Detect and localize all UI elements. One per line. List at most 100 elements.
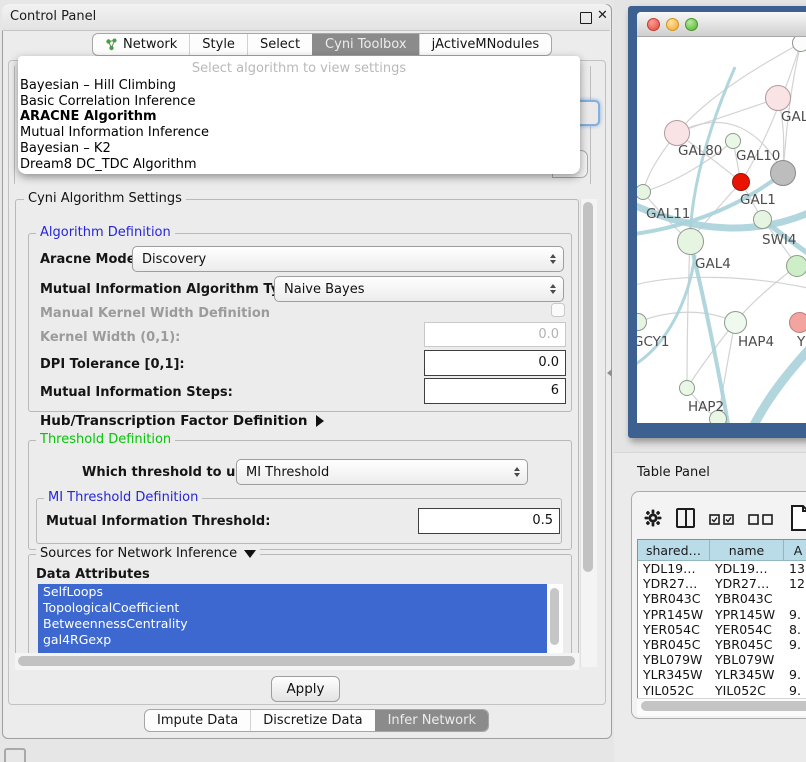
algorithm-option-selected[interactable]: ARACNE Algorithm bbox=[18, 109, 580, 125]
table-row[interactable]: YLR345WYLR345W9. bbox=[638, 667, 806, 682]
attribute-item-selected[interactable]: SelfLoops bbox=[38, 584, 563, 600]
gear-icon[interactable] bbox=[644, 509, 662, 531]
cyni-mode-tabbar: Impute Data Discretize Data Infer Networ… bbox=[144, 709, 489, 732]
mi-steps-field[interactable]: 6 bbox=[424, 378, 566, 404]
tab-style[interactable]: Style bbox=[189, 34, 247, 55]
data-attributes-label: Data Attributes bbox=[36, 567, 150, 582]
column-header[interactable]: name bbox=[710, 540, 784, 561]
settings-vscrollbar-thumb[interactable] bbox=[583, 202, 593, 572]
network-node[interactable] bbox=[786, 255, 806, 277]
tab-discretize-data[interactable]: Discretize Data bbox=[250, 710, 374, 731]
node-label: GCY1 bbox=[637, 334, 670, 350]
tab-network[interactable]: Network bbox=[93, 34, 189, 55]
tab-select[interactable]: Select bbox=[247, 34, 312, 55]
network-node-hap4[interactable] bbox=[724, 311, 747, 334]
tab-impute-data[interactable]: Impute Data bbox=[145, 710, 250, 731]
algorithm-definition-title: Algorithm Definition bbox=[36, 226, 175, 240]
network-tab-icon bbox=[105, 38, 118, 51]
data-attributes-list[interactable]: SelfLoops TopologicalCoefficient Between… bbox=[38, 584, 563, 654]
tab-jactivemnodules[interactable]: jActiveMNodules bbox=[419, 34, 552, 55]
which-threshold-label: Which threshold to use: bbox=[82, 465, 257, 480]
table-header-row: shared… name A bbox=[638, 540, 806, 561]
table-row[interactable]: YBL079WYBL079W bbox=[638, 652, 806, 667]
table-row[interactable]: YDL19…YDL19…13 bbox=[638, 561, 806, 576]
which-threshold-combo[interactable]: MI Threshold bbox=[236, 459, 528, 485]
node-label: GAL10 bbox=[736, 148, 780, 164]
column-header[interactable]: A bbox=[784, 540, 806, 561]
table-row[interactable]: YDR27…YDR27…12 bbox=[638, 576, 806, 591]
aracne-mode-value: Discovery bbox=[142, 252, 206, 267]
manual-kernel-label: Manual Kernel Width Definition bbox=[40, 306, 270, 321]
node-label: GAL bbox=[781, 109, 806, 125]
manual-kernel-checkbox[interactable] bbox=[551, 303, 565, 317]
network-canvas[interactable]: GAL GAL80 GAL10 GAL1 GAL11 SWI4 GAL4 GCY… bbox=[637, 37, 806, 423]
settings-hscrollbar-thumb[interactable] bbox=[18, 656, 575, 666]
table-row[interactable]: YBR043CYBR043C bbox=[638, 591, 806, 606]
kernel-width-field[interactable]: 0.0 bbox=[424, 322, 566, 347]
column-header[interactable]: shared… bbox=[638, 540, 710, 561]
apply-button[interactable]: Apply bbox=[271, 676, 340, 702]
algorithm-option[interactable]: Dream8 DC_TDC Algorithm bbox=[18, 157, 580, 173]
mi-threshold-definition-title: MI Threshold Definition bbox=[44, 491, 202, 505]
attribute-item-selected[interactable]: gal4RGexp bbox=[38, 632, 563, 648]
network-node[interactable] bbox=[765, 85, 791, 111]
stepper-arrows-icon bbox=[550, 254, 556, 265]
hub-definition-toggle[interactable]: Hub/Transcription Factor Definition bbox=[40, 413, 324, 429]
algorithm-option[interactable]: Bayesian – K2 bbox=[18, 141, 580, 157]
algorithm-placeholder: Select algorithm to view settings bbox=[18, 61, 580, 78]
attribute-list-scrollbar-thumb[interactable] bbox=[550, 588, 559, 645]
network-node-selected-red[interactable] bbox=[732, 173, 750, 191]
mi-type-label: Mutual Information Algorithm Type: bbox=[40, 282, 303, 297]
table-row[interactable]: YBR045CYBR045C9. bbox=[638, 637, 806, 652]
control-panel-tabbar: Network Style Select Cyni Toolbox jActiv… bbox=[92, 33, 552, 56]
aracne-mode-combo[interactable]: Discovery bbox=[132, 246, 564, 272]
network-node-gal4[interactable] bbox=[677, 228, 704, 255]
table-row[interactable]: YER054CYER054C8. bbox=[638, 622, 806, 637]
network-node-gal10[interactable] bbox=[725, 133, 741, 149]
select-all-columns-icon[interactable] bbox=[709, 514, 734, 525]
node-label: HAP4 bbox=[738, 334, 774, 350]
hidden-groupbox-left-border bbox=[14, 66, 15, 184]
algorithm-option[interactable]: Bayesian – Hill Climbing bbox=[18, 78, 580, 94]
restore-panel-button[interactable] bbox=[4, 748, 26, 762]
panel-divider-handle-icon[interactable] bbox=[607, 369, 612, 377]
network-window-titlebar[interactable] bbox=[637, 12, 806, 37]
algorithm-option[interactable]: Basic Correlation Inference bbox=[18, 94, 580, 110]
close-window-icon[interactable]: ✕ bbox=[597, 8, 608, 23]
algorithm-option[interactable]: Mutual Information Inference bbox=[18, 125, 580, 141]
network-node-gal1[interactable] bbox=[753, 210, 772, 229]
mi-type-value: Naive Bayes bbox=[284, 282, 364, 297]
table-row[interactable]: YIL052CYIL052C9. bbox=[638, 683, 806, 698]
tab-network-label: Network bbox=[123, 37, 177, 52]
split-columns-icon[interactable] bbox=[676, 508, 695, 528]
network-node[interactable] bbox=[789, 312, 806, 333]
mi-type-combo[interactable]: Naive Bayes bbox=[274, 276, 564, 302]
network-node-hap2[interactable] bbox=[679, 380, 695, 396]
new-table-icon[interactable] bbox=[790, 504, 806, 536]
which-threshold-value: MI Threshold bbox=[246, 465, 329, 480]
zoom-traffic-light-icon[interactable] bbox=[685, 18, 698, 31]
dpi-tolerance-field[interactable]: 0.0 bbox=[424, 350, 566, 376]
network-node[interactable] bbox=[792, 37, 806, 52]
table-row[interactable]: YPR145WYPR145W9. bbox=[638, 607, 806, 622]
deselect-all-columns-icon[interactable] bbox=[748, 514, 773, 525]
mi-threshold-field[interactable]: 0.5 bbox=[418, 508, 560, 534]
node-label: SWI4 bbox=[762, 232, 797, 248]
node-label: Y bbox=[797, 334, 805, 350]
node-label: GAL11 bbox=[646, 206, 690, 222]
node-label: GAL80 bbox=[678, 143, 722, 159]
hub-definition-label: Hub/Transcription Factor Definition bbox=[40, 413, 307, 429]
minimize-traffic-light-icon[interactable] bbox=[666, 18, 679, 31]
screen: Control Panel ✕ Network Style Select Cyn… bbox=[0, 0, 806, 762]
control-panel-title: Control Panel bbox=[10, 9, 96, 24]
table-hscrollbar-thumb[interactable] bbox=[641, 701, 806, 711]
close-traffic-light-icon[interactable] bbox=[647, 18, 660, 31]
tab-infer-network[interactable]: Infer Network bbox=[375, 710, 488, 731]
attribute-item-selected[interactable]: TopologicalCoefficient bbox=[38, 600, 563, 616]
sources-toggle[interactable]: Sources for Network Inference bbox=[36, 547, 260, 561]
float-window-icon[interactable] bbox=[580, 12, 592, 24]
tab-cyni-toolbox[interactable]: Cyni Toolbox bbox=[312, 34, 419, 55]
attribute-item-selected[interactable]: BetweennessCentrality bbox=[38, 616, 563, 632]
node-table: shared… name A YDL19…YDL19…13 YDR27…YDR2… bbox=[637, 539, 806, 701]
algorithm-dropdown-list: Select algorithm to view settings Bayesi… bbox=[18, 56, 580, 174]
